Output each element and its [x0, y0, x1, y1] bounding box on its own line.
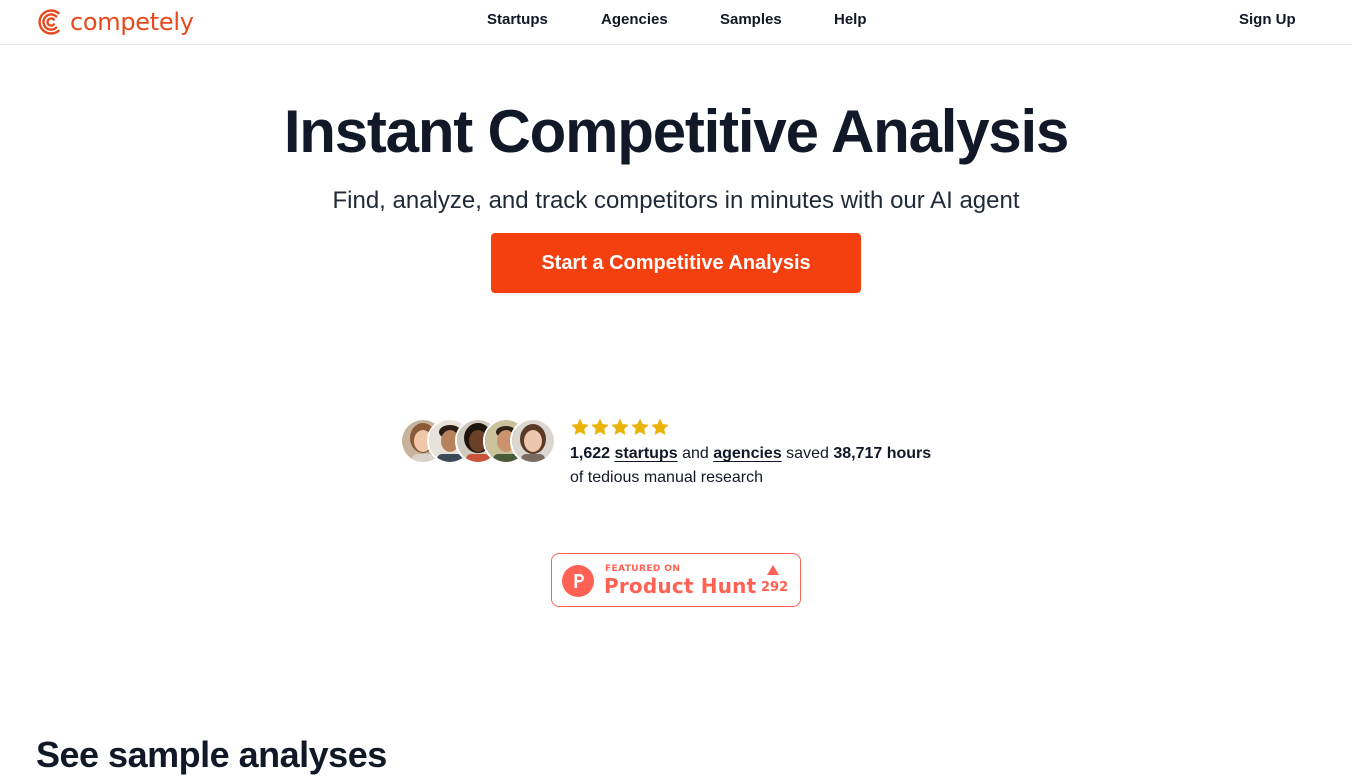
star-icon: [631, 418, 649, 435]
star-icon: [591, 418, 609, 435]
avatar-icon: [510, 418, 556, 464]
avatar-group: [400, 418, 560, 466]
nav-link-startups[interactable]: Startups: [487, 11, 548, 29]
sign-up-link[interactable]: Sign Up: [1239, 11, 1296, 29]
star-icon: [611, 418, 629, 435]
start-analysis-button[interactable]: Start a Competitive Analysis: [491, 233, 861, 293]
ph-name: Product Hunt: [604, 574, 757, 598]
upvote-arrow-icon: [767, 565, 779, 575]
main-nav: Startups Agencies Samples Help Sign Up: [0, 0, 1352, 44]
competely-logo-icon: [38, 9, 60, 35]
brand-home-link[interactable]: competely: [36, 5, 194, 39]
proof-text-line1: 1,622 startups and agencies saved 38,717…: [570, 444, 931, 464]
ph-upvote-count: 292: [761, 580, 789, 595]
product-hunt-badge[interactable]: FEATURED ON Product Hunt 292: [551, 553, 801, 607]
startups-link[interactable]: startups: [615, 445, 678, 462]
nav-link-agencies[interactable]: Agencies: [601, 11, 668, 29]
agencies-link[interactable]: agencies: [713, 445, 781, 462]
rating-stars: [570, 417, 670, 437]
hours-saved: 38,717 hours: [833, 445, 932, 462]
top-navbar: competely Startups Agencies Samples Help…: [0, 0, 1352, 45]
saved-text: saved: [786, 445, 829, 462]
star-icon: [571, 418, 589, 435]
brand-name: competely: [70, 8, 194, 36]
star-icon: [651, 418, 669, 435]
user-count: 1,622: [570, 445, 611, 462]
social-proof: 1,622 startups and agencies saved 38,717…: [400, 416, 960, 496]
nav-link-samples[interactable]: Samples: [720, 11, 782, 29]
hero-subtitle: Find, analyze, and track competitors in …: [332, 187, 1020, 214]
and-text: and: [682, 445, 709, 462]
product-hunt-logo-icon: [562, 565, 594, 597]
hero-title: Instant Competitive Analysis: [283, 98, 1070, 165]
sample-analyses-title: See sample analyses: [36, 734, 387, 775]
proof-text-line2: of tedious manual research: [570, 469, 763, 486]
nav-link-help[interactable]: Help: [834, 11, 867, 29]
